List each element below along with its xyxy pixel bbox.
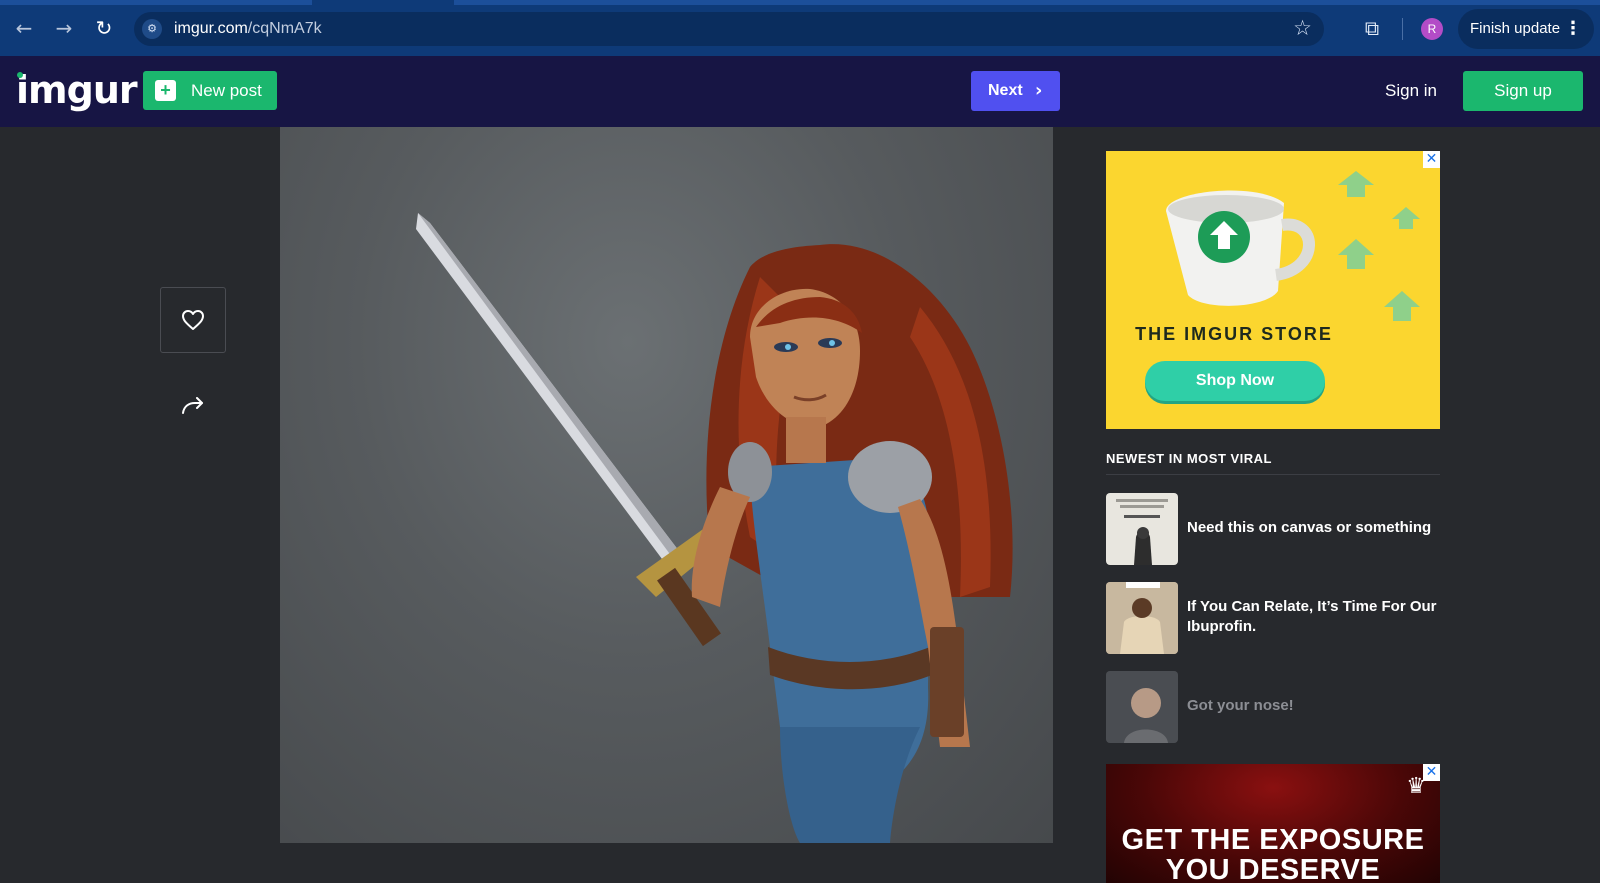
site-header: imgur + New post Next › Sign in Sign up (0, 56, 1600, 127)
new-post-button[interactable]: + New post (143, 71, 277, 110)
chevron-right-icon: › (1035, 80, 1043, 101)
ad-close-icon[interactable]: ✕ (1423, 764, 1440, 781)
shop-now-button[interactable]: Shop Now (1145, 361, 1325, 401)
browser-toolbar: ← → ↻ ⚙ imgur.com/cqNmA7k ☆ ⧉ R Finish u… (0, 0, 1600, 56)
post-thumbnail[interactable] (1106, 582, 1178, 654)
ad-headline-line1: GET THE EXPOSURE (1121, 824, 1425, 856)
url-path: /cqNmA7k (247, 20, 322, 37)
nose-meme-thumbnail (1106, 671, 1178, 743)
active-tab[interactable] (312, 0, 454, 5)
url-host: imgur.com (174, 20, 248, 37)
ad-headline-line2: YOU DESERVE (1165, 854, 1381, 883)
toolbar-divider (1402, 18, 1403, 40)
post-image[interactable] (280, 127, 1053, 843)
finish-update-button[interactable]: Finish update ⋮ (1458, 9, 1594, 49)
mug-illustration (1166, 171, 1420, 321)
tab-strip (0, 0, 1600, 5)
forward-icon[interactable]: → (52, 16, 76, 40)
back-icon[interactable]: ← (12, 16, 36, 40)
list-item[interactable]: If You Can Relate, It’s Time For Our Ibu… (1106, 582, 1440, 654)
plus-icon: + (155, 80, 176, 101)
post-title[interactable]: Got your nose! (1187, 696, 1437, 716)
new-post-label: New post (191, 81, 262, 100)
post-title[interactable]: If You Can Relate, It’s Time For Our Ibu… (1187, 597, 1437, 637)
ad-headline: GET THE EXPOSURE YOU DESERVE (1106, 825, 1440, 883)
share-button[interactable] (175, 390, 211, 422)
site-settings-icon[interactable]: ⚙ (142, 19, 162, 39)
imgur-logo[interactable]: imgur (16, 68, 138, 112)
samurai-meme-thumbnail (1116, 499, 1168, 565)
post-thumbnail[interactable] (1106, 493, 1178, 565)
list-item[interactable]: Need this on canvas or something (1106, 493, 1440, 565)
next-label: Next (988, 82, 1023, 99)
post-thumbnail[interactable] (1106, 671, 1178, 743)
section-divider (1106, 474, 1440, 475)
sign-up-button[interactable]: Sign up (1463, 71, 1583, 111)
ad-close-icon[interactable]: ✕ (1423, 151, 1440, 168)
list-item[interactable]: Got your nose! (1106, 671, 1440, 743)
address-bar[interactable]: ⚙ imgur.com/cqNmA7k ☆ (134, 12, 1324, 46)
profile-avatar[interactable]: R (1421, 18, 1443, 40)
ad-exposure[interactable]: ♛ ✕ GET THE EXPOSURE YOU DESERVE (1106, 764, 1440, 883)
warrior-woman-illustration (416, 213, 1013, 843)
heart-icon (182, 310, 204, 330)
man-meme-thumbnail (1106, 582, 1178, 654)
ad-store-title: THE IMGUR STORE (1135, 324, 1333, 344)
post-title[interactable]: Need this on canvas or something (1187, 518, 1437, 538)
ad-imgur-store[interactable]: ✕ THE IMGUR STORE Shop Now (1106, 151, 1440, 429)
next-button[interactable]: Next › (971, 71, 1060, 111)
browser-menu-icon[interactable]: ⋮ (1564, 9, 1582, 49)
newest-heading: NEWEST IN MOST VIRAL (1106, 451, 1272, 466)
favorite-button[interactable] (160, 287, 226, 353)
sign-in-link[interactable]: Sign in (1385, 81, 1437, 101)
bookmark-star-icon[interactable]: ☆ (1293, 16, 1312, 40)
reload-icon[interactable]: ↻ (92, 16, 116, 40)
finish-update-label: Finish update (1470, 20, 1561, 37)
share-arrow-icon (182, 397, 203, 414)
url-text[interactable]: imgur.com/cqNmA7k (174, 20, 322, 38)
extensions-icon[interactable]: ⧉ (1360, 16, 1384, 40)
